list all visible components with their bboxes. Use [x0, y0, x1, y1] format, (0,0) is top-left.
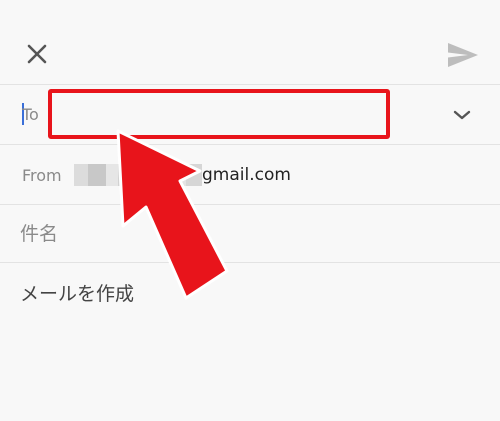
from-address[interactable]: gmail.com: [202, 165, 291, 185]
to-field-row: To: [0, 84, 500, 145]
subject-field-row: [0, 204, 500, 263]
close-icon[interactable]: [22, 39, 52, 69]
subject-input[interactable]: [20, 219, 460, 249]
body-input[interactable]: [20, 279, 480, 399]
body-field-row: [0, 262, 500, 421]
to-input[interactable]: [48, 89, 390, 139]
to-label: To: [22, 105, 39, 124]
from-label: From: [22, 166, 62, 185]
compose-toolbar: [0, 0, 500, 84]
send-icon[interactable]: [446, 40, 480, 70]
redacted-email-prefix: [74, 164, 204, 186]
chevron-down-icon[interactable]: [452, 107, 472, 123]
from-field-row: From gmail.com: [0, 144, 500, 205]
